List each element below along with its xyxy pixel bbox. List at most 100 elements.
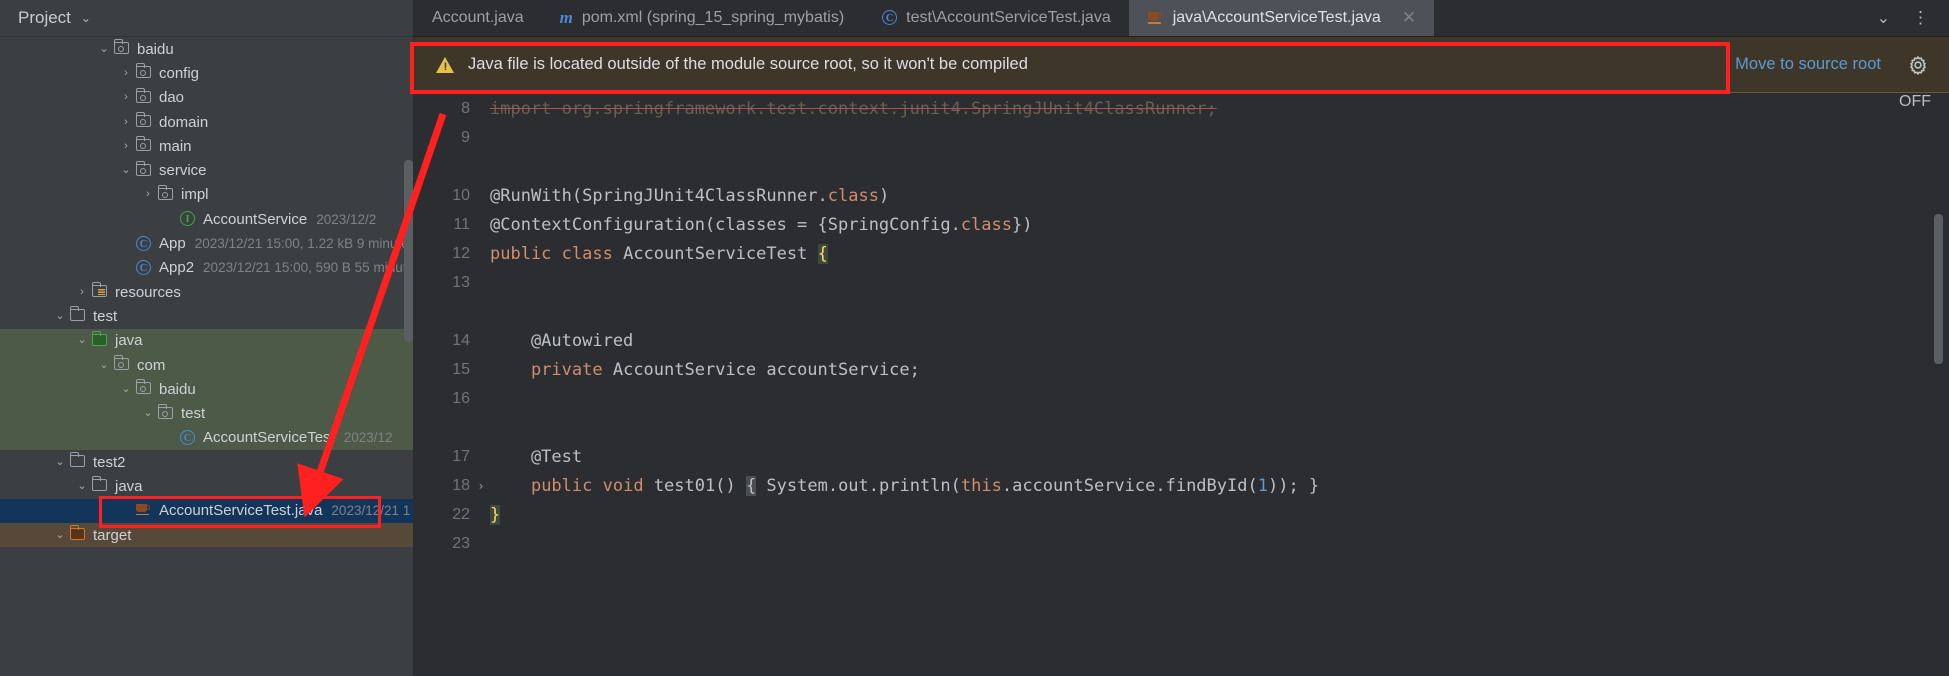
code-line[interactable] — [414, 152, 1949, 181]
chevron-right-icon[interactable]: › — [140, 189, 156, 200]
code-text: private AccountService accountService; — [530, 359, 920, 380]
chevron-down-icon[interactable]: ⌄ — [52, 456, 68, 468]
tree-item[interactable]: ⌄ baidu — [0, 377, 413, 402]
chevron-right-icon[interactable]: › — [118, 92, 134, 103]
code-line[interactable]: 22} — [414, 500, 1949, 529]
chevron-right-icon[interactable]: › — [74, 286, 90, 298]
tree-item[interactable]: ⌄ test — [0, 304, 413, 328]
code-line[interactable]: 11 @ContextConfiguration(classes = {Sprin… — [414, 210, 1949, 239]
tree-item-label: baidu — [159, 380, 196, 398]
line-number: 18 — [452, 476, 470, 494]
code-line[interactable] — [414, 297, 1949, 326]
tree-item-label: App2 — [159, 259, 195, 277]
tree-item[interactable]: ⌄ test2 — [0, 450, 413, 474]
gear-icon[interactable] — [1907, 54, 1929, 76]
package-folder-icon — [156, 403, 176, 422]
chevron-down-icon[interactable]: ⌄ — [81, 11, 91, 25]
warning-bang: ! — [443, 60, 448, 73]
editor-tab[interactable]: Ctest\AccountServiceTest.java — [862, 0, 1129, 36]
tree-item[interactable]: ⌄ com — [0, 352, 413, 378]
tree-item[interactable]: › resources — [0, 280, 413, 304]
code-line[interactable]: 8 import org.springframework.test.context… — [414, 94, 1949, 123]
tree-item-label: config — [159, 64, 200, 82]
tree-item[interactable]: ⌄ service — [0, 158, 413, 182]
fold-marker[interactable]: › — [472, 479, 490, 493]
package-folder-icon — [112, 39, 132, 57]
java-class-icon: C — [178, 429, 198, 446]
tree-item-label: com — [137, 356, 166, 374]
java-file-icon — [1147, 10, 1164, 26]
tree-item[interactable]: › impl — [0, 183, 413, 207]
editor-tab-label: test\AccountServiceTest.java — [906, 9, 1111, 26]
tree-item[interactable]: › domain — [0, 110, 413, 134]
code-text: @Test — [490, 446, 583, 467]
tree-item[interactable]: ›C AccountServiceTest 2023/12 — [0, 425, 413, 451]
chevron-down-icon[interactable]: ⌄ — [118, 383, 134, 395]
code-line[interactable]: 18 › public void test01() { System.out.pr… — [414, 471, 1949, 500]
tree-item[interactable]: ⌄ java — [0, 474, 413, 498]
tree-item[interactable]: › dao — [0, 86, 413, 110]
code-line[interactable]: 9 — [414, 123, 1949, 152]
chevron-down-icon[interactable]: ⌄ — [52, 310, 68, 322]
code-line[interactable]: 13 — [414, 268, 1949, 297]
chevron-down-icon[interactable]: ⌄ — [96, 359, 112, 371]
editor-scrollbar[interactable] — [1934, 214, 1943, 364]
java-class-icon: C — [134, 235, 154, 252]
code-line[interactable]: 12 public class AccountServiceTest { — [414, 239, 1949, 268]
chevron-down-icon[interactable]: ⌄ — [96, 43, 112, 55]
chevron-down-icon[interactable]: ⌄ — [74, 480, 90, 492]
editor-tab[interactable]: Account.java — [414, 0, 542, 36]
tree-item[interactable]: › main — [0, 134, 413, 158]
tree-item[interactable]: ›C App2 2023/12/21 15:00, 590 B 55 minute — [0, 256, 413, 280]
code-editor[interactable]: 8 import org.springframework.test.context… — [414, 94, 1949, 676]
chevron-right-icon[interactable]: › — [118, 67, 134, 79]
package-folder-icon — [134, 63, 154, 81]
tree-item[interactable]: › config — [0, 61, 413, 85]
target-folder-icon — [68, 525, 88, 543]
folder-icon — [68, 306, 88, 324]
line-number: 13 — [452, 273, 470, 291]
tree-item[interactable]: › AccountServiceTest.java 2023/12/21 1 — [0, 498, 413, 523]
editor-tab[interactable]: m pom.xml (spring_15_spring_mybatis) — [542, 0, 863, 36]
tree-item[interactable]: ⌄ java — [0, 328, 413, 353]
chevron-right-icon[interactable]: › — [118, 140, 134, 152]
chevron-down-icon[interactable]: ⌄ — [118, 165, 134, 176]
tree-item[interactable]: ›I AccountService 2023/12/2 — [0, 207, 413, 231]
tab-more-options-icon[interactable]: ⋮ — [1912, 9, 1929, 26]
chevron-right-icon[interactable]: › — [118, 116, 134, 128]
editor-tab-label: Account.java — [432, 9, 524, 26]
chevron-down-icon[interactable]: ⌄ — [140, 408, 156, 419]
java-interface-icon: I — [178, 211, 198, 227]
editor-tab[interactable]: java\AccountServiceTest.java ✕ — [1128, 0, 1435, 36]
package-folder-icon — [134, 379, 154, 397]
tree-item[interactable]: ⌄ baidu — [0, 37, 413, 61]
code-line[interactable]: 14 @Autowired — [414, 326, 1949, 355]
tree-item[interactable]: ⌄ target — [0, 522, 413, 548]
code-line[interactable]: 10 @RunWith(SpringJUnit4ClassRunner.class… — [414, 181, 1949, 210]
close-icon[interactable]: ✕ — [1402, 8, 1416, 28]
chevron-right-icon: › — [118, 505, 134, 516]
code-line[interactable]: 15 private AccountService accountService… — [414, 355, 1949, 384]
sidebar-title: Project — [18, 8, 71, 27]
editor-tabbar: Account.java m pom.xml (spring_15_spring_m… — [414, 0, 1949, 37]
tree-item[interactable]: ›C App 2023/12/21 15:00, 1.22 kB 9 minutes — [0, 231, 413, 255]
code-line[interactable]: 16 — [414, 384, 1949, 413]
tree-item-label: resources — [115, 283, 181, 301]
chevron-down-icon[interactable]: ⌄ — [52, 529, 68, 541]
tab-list-chevron-icon[interactable]: ⌄ — [1877, 8, 1890, 28]
line-number: 10 — [452, 186, 470, 204]
line-number: 22 — [452, 505, 470, 523]
tree-item[interactable]: ⌄ test — [0, 401, 413, 426]
chevron-down-icon[interactable]: ⌄ — [74, 335, 90, 346]
line-number: 16 — [452, 389, 470, 407]
code-line[interactable]: 17 @Test — [414, 442, 1949, 471]
tree-item-label: baidu — [137, 40, 174, 58]
move-to-source-root-link[interactable]: Move to source root — [1735, 55, 1881, 74]
code-line[interactable] — [414, 413, 1949, 442]
code-text: public void test01() { System.out.printl… — [530, 475, 1320, 496]
resources-folder-icon — [90, 282, 110, 300]
tree-item-meta: 2023/12/21 15:00, 590 B 55 minute — [203, 260, 414, 276]
sidebar-scrollbar[interactable] — [404, 160, 413, 342]
code-line[interactable]: 23 — [414, 529, 1949, 558]
sidebar-header[interactable]: Project ⌄ — [0, 0, 413, 37]
